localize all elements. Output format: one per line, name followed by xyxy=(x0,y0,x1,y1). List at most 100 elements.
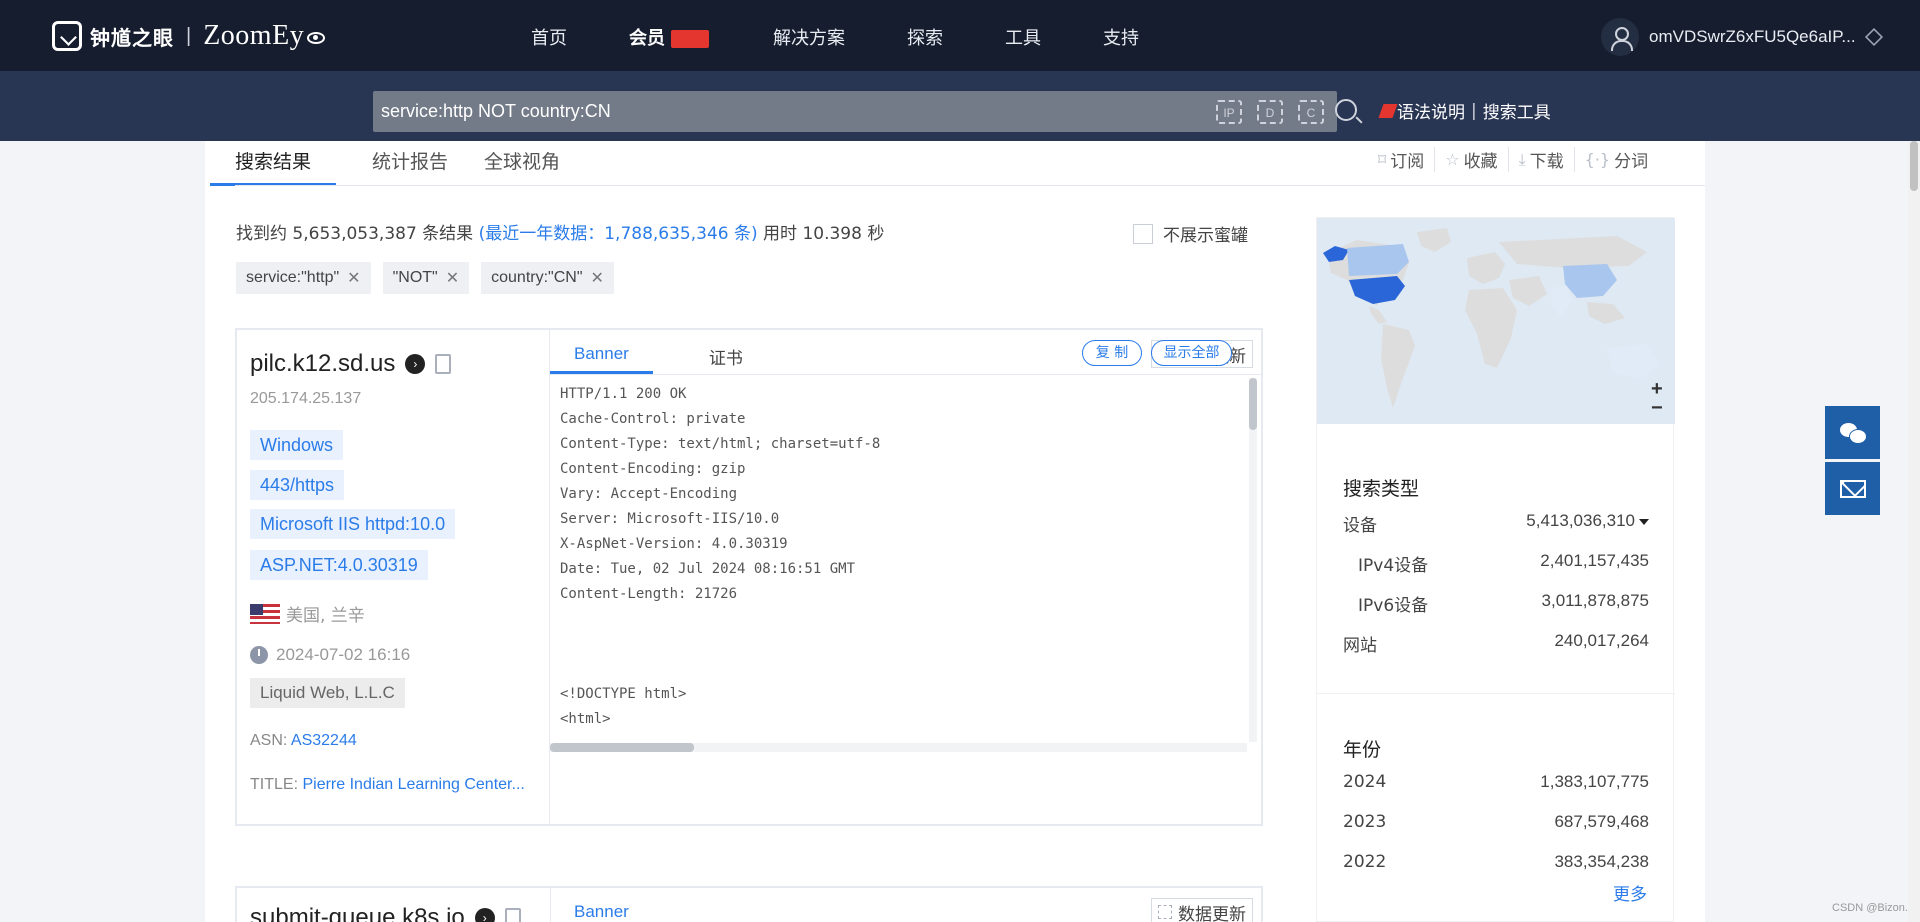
result-ip[interactable]: 205.174.25.137 xyxy=(250,390,361,408)
result-host: pilc.k12.sd.us › xyxy=(250,350,452,378)
nav-support[interactable]: 支持 xyxy=(1103,24,1139,50)
map-region-canada xyxy=(1347,244,1409,276)
hide-honeypot-label: 不展示蜜罐 xyxy=(1163,226,1248,246)
username: omVDSwrZ6xFU5Qe6aIP... xyxy=(1649,27,1856,46)
close-icon[interactable]: ✕ xyxy=(347,268,360,288)
query-chip-label: service:"http" xyxy=(246,269,340,286)
tab-global-view[interactable]: 全球视角 xyxy=(484,141,560,186)
search-input[interactable] xyxy=(381,91,1201,132)
scroll-thumb[interactable] xyxy=(1910,141,1918,191)
tab-certificate[interactable]: 证书 xyxy=(685,330,767,374)
download-button[interactable]: ⤓ 下载 xyxy=(1509,147,1575,172)
subscribe-button[interactable]: ⌑ 订阅 xyxy=(1368,147,1436,172)
logo-cn: 钟馗之眼 xyxy=(90,25,174,50)
user-menu[interactable]: omVDSwrZ6xFU5Qe6aIP... xyxy=(1601,18,1883,56)
tab-search-results[interactable]: 搜索结果 xyxy=(210,141,337,186)
map-region-india xyxy=(1549,286,1571,318)
stat-value: 5,413,036,310 xyxy=(1526,511,1649,536)
nav-home[interactable]: 首页 xyxy=(531,24,567,50)
nav-tools[interactable]: 工具 xyxy=(1005,24,1041,50)
mail-icon xyxy=(1839,479,1866,498)
domain-search-icon[interactable]: D xyxy=(1257,100,1283,124)
map-region-europe xyxy=(1467,252,1505,284)
tab-banner[interactable]: Banner xyxy=(550,330,653,374)
logo[interactable]: 钟馗之眼 | ZoomEy xyxy=(52,20,326,52)
close-icon[interactable]: ✕ xyxy=(446,268,459,288)
port-tag[interactable]: 443/https xyxy=(250,470,345,500)
caret-down-icon[interactable] xyxy=(1639,518,1649,525)
title-label: TITLE: xyxy=(250,776,299,793)
stat-row[interactable]: 网站 240,017,264 xyxy=(1343,631,1649,656)
syntax-link[interactable]: 语法说明 xyxy=(1397,98,1465,123)
result-card: submit-queue.k8s.io › Banner 数据更新 xyxy=(235,886,1263,922)
open-link-icon[interactable]: › xyxy=(405,354,426,374)
map-region-australia xyxy=(1607,344,1659,378)
banner-horizontal-scrollbar[interactable] xyxy=(550,743,1247,752)
nav-solutions[interactable]: 解决方案 xyxy=(773,24,845,50)
stat-value: 3,011,878,875 xyxy=(1541,591,1649,610)
result-hostname[interactable]: submit-queue.k8s.io xyxy=(250,904,465,922)
banner-vertical-scrollbar[interactable] xyxy=(1249,378,1257,742)
stat-row[interactable]: 2024 1,383,107,775 xyxy=(1343,772,1649,792)
tokenize-button[interactable]: {·} 分词 xyxy=(1575,147,1658,172)
main-menu: 首页 会员 解决方案 探索 工具 支持 xyxy=(531,24,1201,50)
open-link-icon[interactable]: › xyxy=(474,908,495,922)
search-links: 语法说明 | 搜索工具 xyxy=(1378,98,1551,123)
close-icon[interactable]: ✕ xyxy=(591,268,604,288)
copy-document-icon[interactable] xyxy=(435,354,452,374)
nav-explore[interactable]: 探索 xyxy=(907,24,943,50)
search-tools-link[interactable]: 搜索工具 xyxy=(1483,98,1551,123)
stat-row[interactable]: 2023 687,579,468 xyxy=(1343,812,1649,832)
bookmark-icon: ⌑ xyxy=(1378,150,1387,169)
cidr-search-icon[interactable]: C xyxy=(1298,100,1324,124)
nav-membership[interactable]: 会员 xyxy=(629,24,709,50)
world-map[interactable]: + − xyxy=(1317,218,1675,424)
hide-honeypot-toggle[interactable]: 不展示蜜罐 xyxy=(1133,221,1248,246)
framework-tag[interactable]: ASP.NET:4.0.30319 xyxy=(250,550,428,580)
stat-value: 240,017,264 xyxy=(1554,631,1649,650)
server-tag[interactable]: Microsoft IIS httpd:10.0 xyxy=(250,509,456,539)
map-zoom-out-button[interactable]: − xyxy=(1651,398,1663,418)
braces-icon: {·} xyxy=(1584,150,1611,169)
favorite-button[interactable]: ☆ 收藏 xyxy=(1435,147,1509,172)
asn-link[interactable]: AS32244 xyxy=(291,732,357,749)
tab-banner[interactable]: Banner xyxy=(574,902,629,922)
show-all-button[interactable]: 显示全部 xyxy=(1151,340,1232,366)
more-link[interactable]: 更多 xyxy=(1613,880,1647,905)
scroll-thumb[interactable] xyxy=(550,743,694,752)
banner-text: HTTP/1.1 200 OK Cache-Control: private C… xyxy=(560,386,881,727)
tab-statistics[interactable]: 统计报告 xyxy=(372,141,448,186)
org-tag[interactable]: Liquid Web, L.L.C xyxy=(250,678,405,708)
data-update-button[interactable]: 数据更新 xyxy=(1151,898,1253,922)
map-zoom-in-button[interactable]: + xyxy=(1651,379,1663,399)
location-text[interactable]: 美国, 兰辛 xyxy=(286,601,365,626)
map-region-usa xyxy=(1349,276,1405,304)
hide-honeypot-checkbox[interactable] xyxy=(1133,223,1153,244)
stat-row[interactable]: 设备 5,413,036,310 xyxy=(1343,511,1649,536)
email-button[interactable] xyxy=(1825,462,1880,515)
result-host: submit-queue.k8s.io › xyxy=(250,904,521,922)
ip-search-icon[interactable]: IP xyxy=(1216,100,1242,124)
stat-row[interactable]: IPv4设备 2,401,157,435 xyxy=(1343,551,1649,576)
query-chip-label: country:"CN" xyxy=(491,269,583,286)
logo-separator: | xyxy=(186,24,192,47)
copy-button[interactable]: 复 制 xyxy=(1082,340,1142,366)
result-time: 2024-07-02 16:16 xyxy=(250,645,410,665)
elapsed-time: 用时 10.398 秒 xyxy=(763,224,885,244)
os-tag[interactable]: Windows xyxy=(250,430,344,460)
flag-icon xyxy=(1378,103,1398,118)
title-link[interactable]: Pierre Indian Learning Center... xyxy=(302,776,524,793)
wechat-button[interactable] xyxy=(1825,406,1880,459)
scroll-thumb[interactable] xyxy=(1249,378,1257,430)
stat-row[interactable]: 2022 383,354,238 xyxy=(1343,852,1649,872)
map-region-middle-east xyxy=(1509,276,1547,306)
recent-year-count[interactable]: (最近一年数据：1,788,635,346 条) xyxy=(479,224,758,244)
result-hostname[interactable]: pilc.k12.sd.us xyxy=(250,350,395,378)
map-region-southeast-asia xyxy=(1587,302,1625,324)
stats-sidebar: + − 搜索类型 设备 5,413,036,310 IPv4设备 2,401,1… xyxy=(1316,217,1675,922)
copy-document-icon[interactable] xyxy=(504,908,521,922)
data-update-label: 数据更新 xyxy=(1178,904,1246,922)
page-scrollbar[interactable] xyxy=(1908,141,1920,922)
search-icon[interactable] xyxy=(1335,99,1357,121)
stat-row[interactable]: IPv6设备 3,011,878,875 xyxy=(1343,591,1649,616)
